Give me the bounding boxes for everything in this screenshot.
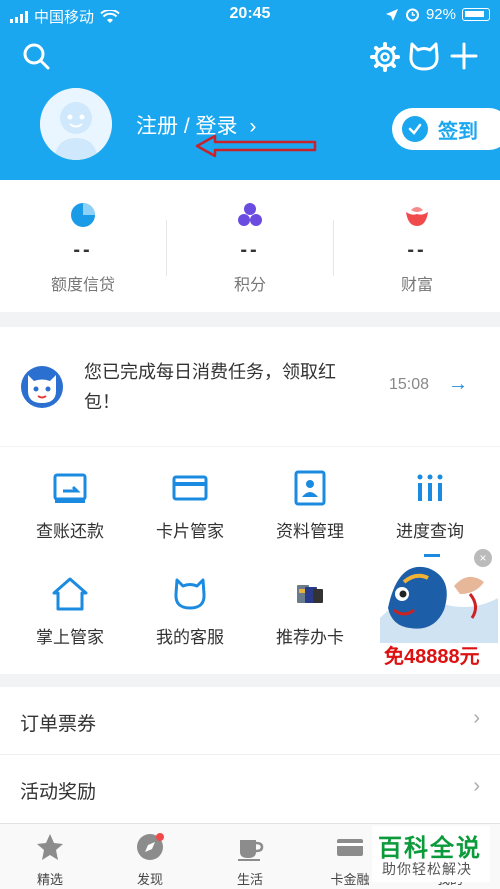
menu-item-orders[interactable]: 订单票券 › — [0, 687, 500, 755]
plus-icon[interactable] — [450, 42, 478, 70]
search-icon[interactable] — [22, 42, 50, 70]
menu-label: 活动奖励 — [20, 782, 97, 803]
service-cat-icon — [174, 578, 206, 610]
statement-icon — [53, 473, 87, 503]
tab-discover[interactable]: 发现 — [100, 824, 200, 889]
signin-button[interactable]: 签到 — [392, 108, 500, 150]
status-bar: 中国移动 20:45 92% — [0, 0, 500, 30]
grid-label: 查账还款 — [36, 522, 104, 541]
tab-label: 发现 — [136, 872, 163, 887]
stat-value: -- — [73, 239, 93, 261]
annotation-arrow-icon — [195, 134, 317, 158]
menu-label: 订单票券 — [20, 714, 97, 735]
chevron-right-icon: › — [473, 775, 480, 797]
avatar-face-icon — [40, 88, 112, 160]
progress-icon — [417, 474, 443, 501]
grid-label: 我的客服 — [156, 628, 224, 647]
battery-percent: 92% — [425, 6, 456, 23]
check-icon — [402, 116, 428, 142]
tab-life[interactable]: 生活 — [200, 824, 300, 889]
card-finance-icon — [337, 839, 363, 856]
mascot-cat-icon — [21, 366, 63, 408]
arrow-right-icon[interactable]: → — [448, 373, 468, 396]
signin-label: 签到 — [438, 120, 478, 143]
grid-label: 资料管理 — [276, 522, 344, 541]
cup-icon — [238, 840, 264, 861]
home-icon — [52, 577, 88, 611]
chevron-right-icon: › — [473, 707, 480, 729]
watermark-subtitle: 助你轻松解决 — [382, 861, 472, 877]
stat-label: 积分 — [233, 277, 266, 294]
battery-icon — [462, 8, 490, 21]
lotus-icon — [406, 207, 428, 226]
stat-credit[interactable]: -- 额度信贷 — [0, 180, 166, 312]
stat-wealth[interactable]: -- 财富 — [334, 180, 500, 312]
notice-message: 您已完成每日消费任务，领取红包！ — [84, 362, 336, 412]
grid-label: 掌上管家 — [36, 628, 104, 647]
tab-label: 生活 — [236, 872, 263, 887]
location-arrow-icon — [385, 8, 398, 21]
grid-label: 推荐办卡 — [276, 628, 344, 647]
stat-points[interactable]: -- 积分 — [167, 180, 333, 312]
stat-value: -- — [407, 239, 427, 261]
alarm-icon — [405, 8, 419, 22]
ad-close-icon[interactable]: × — [474, 549, 492, 567]
task-notice[interactable]: 您已完成每日消费任务，领取红包！ 15:08 → — [0, 327, 500, 446]
star-icon — [37, 834, 63, 860]
watermark-title: 百科全说 — [378, 835, 482, 862]
settings-gear-icon[interactable] — [370, 42, 400, 72]
three-dots-icon — [238, 203, 262, 226]
grid-label: 卡片管家 — [156, 522, 224, 541]
card-icon — [172, 475, 208, 501]
notice-time: 15:08 — [389, 376, 430, 393]
profile-header: 注册 / 登录 › 签到 — [0, 30, 500, 180]
tab-label: 精选 — [36, 872, 63, 887]
compass-icon — [137, 833, 164, 860]
cat-service-icon[interactable] — [406, 40, 442, 72]
menu-item-rewards[interactable]: 活动奖励 › — [0, 755, 500, 823]
advertisement-text: 免48888元 — [384, 646, 480, 668]
stat-label: 财富 — [400, 277, 433, 294]
recommend-card-icon — [297, 585, 323, 603]
stats-panel: -- 额度信贷 -- 积分 -- 财富 — [0, 180, 500, 312]
profile-icon — [294, 470, 326, 506]
stat-value: -- — [240, 239, 260, 261]
avatar[interactable] — [40, 88, 112, 160]
tab-featured[interactable]: 精选 — [0, 824, 100, 889]
pie-icon — [71, 203, 95, 227]
grid-label: 进度查询 — [396, 522, 464, 541]
stat-label: 额度信贷 — [50, 277, 115, 294]
watermark: 百科全说 助你轻松解决 — [372, 826, 490, 882]
menu-list: 订单票券 › 活动奖励 › — [0, 687, 500, 823]
